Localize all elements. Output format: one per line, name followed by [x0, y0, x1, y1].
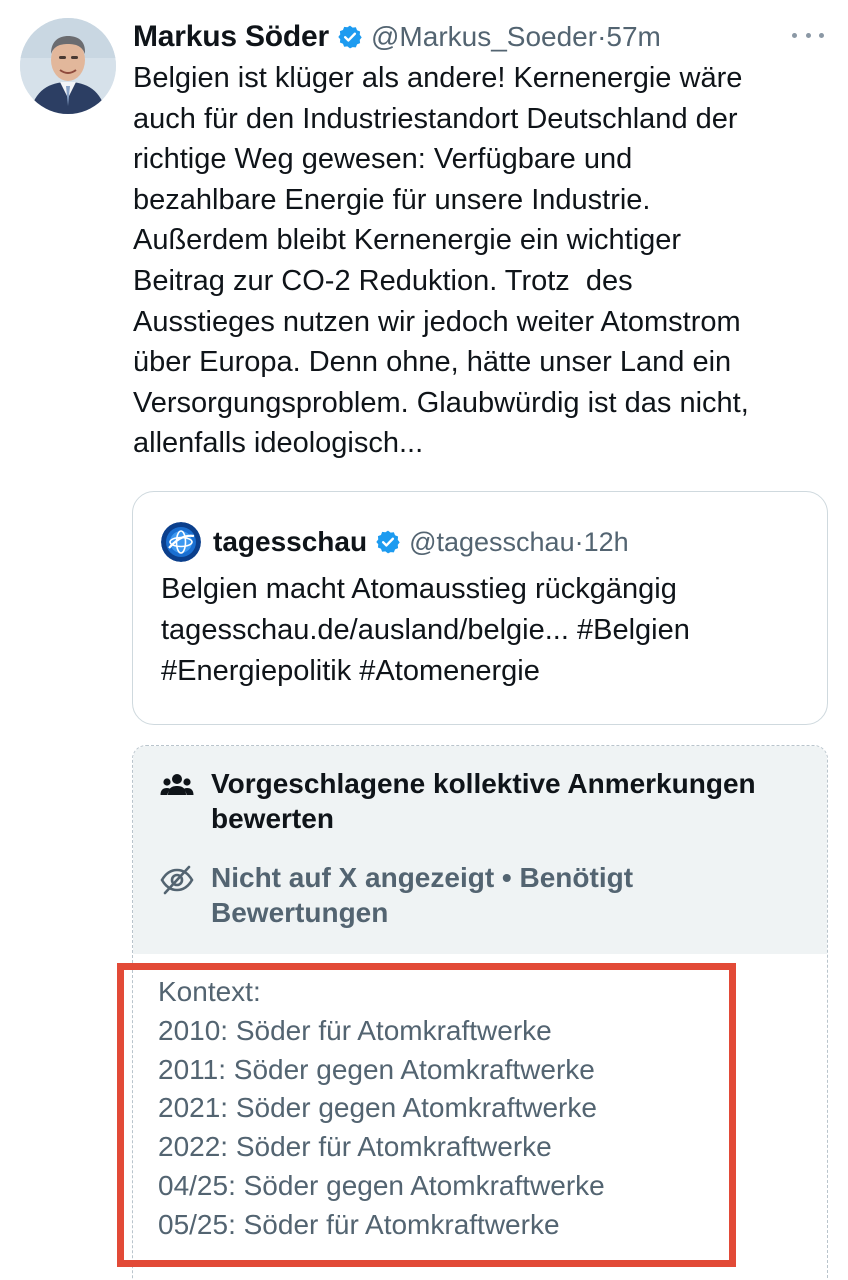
tweet-line: Beitrag zur CO-2 Reduktion. Trotz des	[133, 264, 633, 297]
quoted-tweet-line: Belgien macht Atomausstieg rückgängig	[161, 573, 677, 605]
tagesschau-globe-logo	[161, 522, 201, 562]
red-highlight-frame	[117, 963, 736, 1267]
more-options-icon[interactable]	[788, 24, 828, 46]
tweet-line: allenfalls ideologisch...	[133, 427, 424, 460]
people-group-icon	[159, 768, 195, 804]
tweet-line: Belgien ist klüger als andere! Kernenerg…	[133, 62, 743, 94]
quoted-tweet-card[interactable]: tagesschau @tagesschau · 12h Belgien mac…	[132, 491, 828, 725]
rate-notes-link[interactable]: Vorgeschlagene kollektive Anmerkungen be…	[159, 766, 809, 836]
tweet-line: Ausstieges nutzen wir jedoch weiter Atom…	[133, 305, 741, 338]
note-status-row: Nicht auf X angezeigt • Benötigt Bewertu…	[159, 860, 809, 930]
tweet-line: über Europa. Denn ohne, hätte unser Land…	[133, 346, 732, 379]
quoted-author-name[interactable]: tagesschau	[213, 526, 367, 558]
tweet-line: auch für den Industriestandort Deutschla…	[133, 102, 738, 135]
author-handle[interactable]: @Markus_Soeder	[371, 21, 597, 53]
tweet-line: Außerdem bleibt Kernenergie ein wichtige…	[133, 224, 682, 257]
meta-separator: ·	[597, 21, 607, 52]
verified-badge-icon	[337, 24, 363, 50]
tweet-timestamp[interactable]: 57m	[606, 21, 660, 53]
quoted-tweet-text: Belgien macht Atomausstieg rückgängig ta…	[161, 569, 801, 692]
quoted-tweet-line: tagesschau.de/ausland/belgie... #Belgien	[161, 614, 690, 646]
quoted-tweet-line: #Energiepolitik #Atomenergie	[161, 655, 540, 687]
author-avatar[interactable]	[20, 18, 116, 114]
tweet-line: bezahlbare Energie für unsere Industrie.	[133, 183, 651, 216]
verified-badge-icon	[375, 529, 401, 555]
tweet-text: Belgien ist klüger als andere! Kernenerg…	[133, 58, 833, 464]
tweet-line: richtige Weg gewesen: Verfügbare und	[133, 143, 633, 176]
quoted-author-handle[interactable]: @tagesschau	[409, 527, 575, 558]
community-note-status: Nicht auf X angezeigt • Benötigt Bewertu…	[211, 862, 634, 928]
eye-slash-icon	[159, 862, 195, 898]
author-name[interactable]: Markus Söder	[133, 20, 329, 54]
tweet-line: Versorgungsproblem. Glaubwürdig ist das …	[133, 386, 749, 419]
tweet-header: Markus Söder @Markus_Soeder · 57m	[133, 14, 828, 60]
meta-separator: ·	[574, 526, 584, 557]
quoted-tweet-timestamp[interactable]: 12h	[584, 527, 629, 558]
avatar-portrait-image	[20, 18, 116, 114]
community-note-title: Vorgeschlagene kollektive Anmerkungen be…	[211, 768, 756, 834]
quoted-tweet-header: tagesschau @tagesschau · 12h	[161, 520, 807, 564]
